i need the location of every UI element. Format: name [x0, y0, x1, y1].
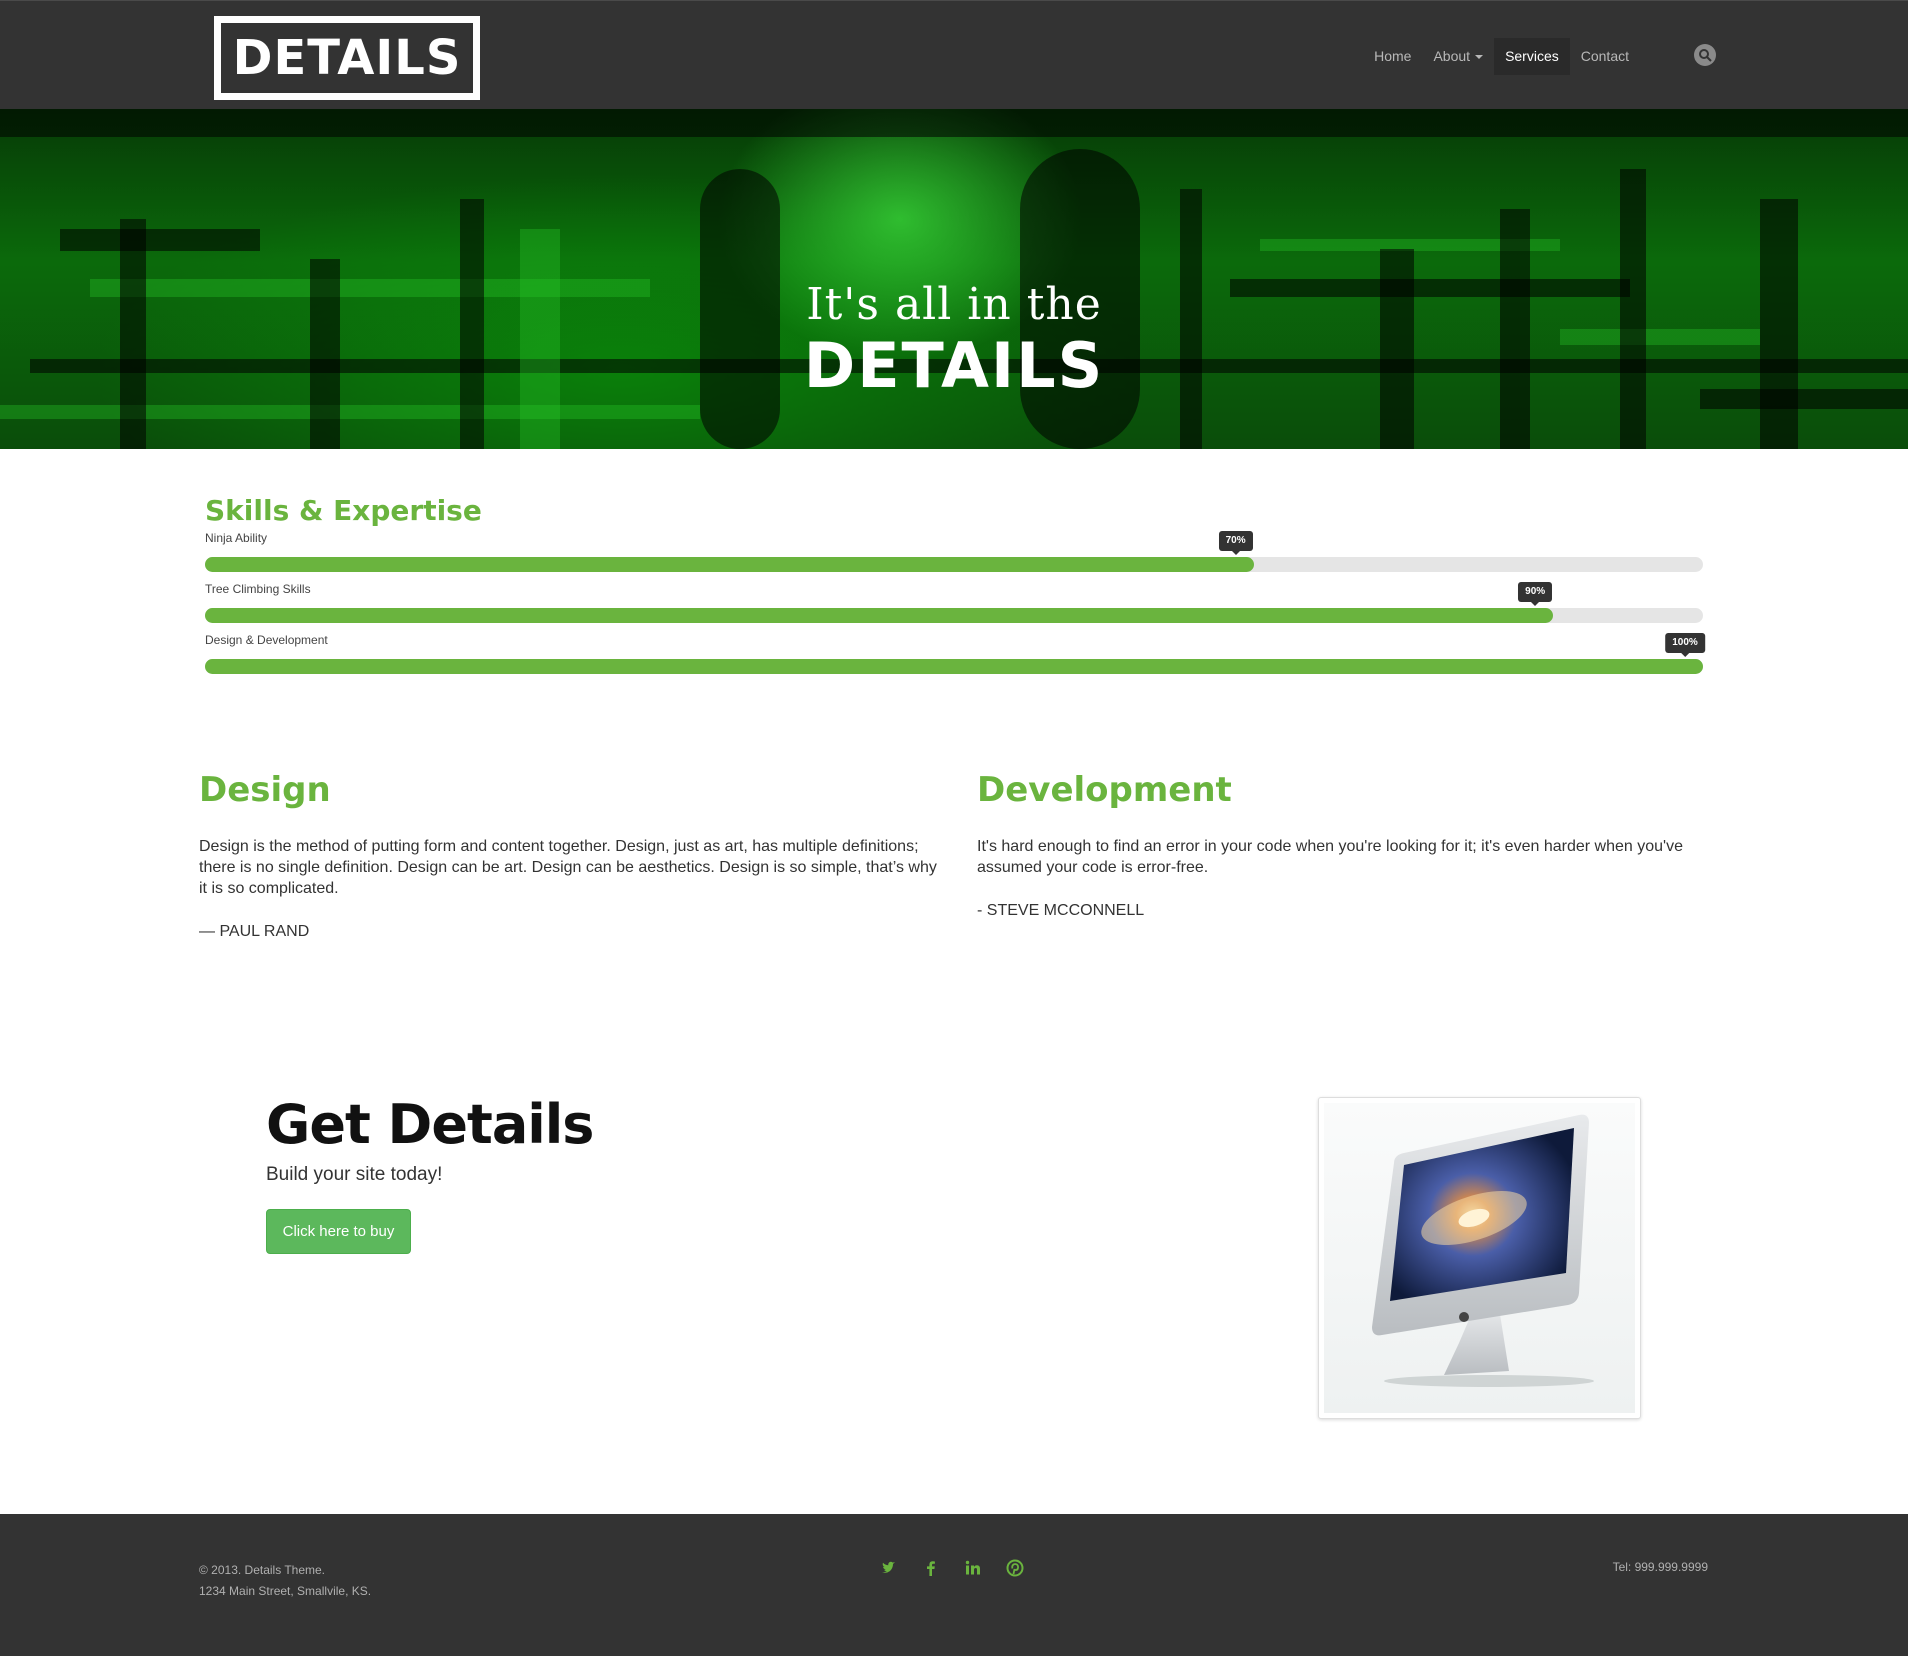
search-icon[interactable] — [1694, 44, 1716, 66]
address-text: 1234 Main Street, Smallvile, KS. — [199, 1584, 372, 1598]
nav-item-services[interactable]: Services — [1494, 38, 1570, 75]
logo-text: DETAILS — [232, 30, 462, 86]
skill-ninja-ability: Ninja Ability 70% — [205, 531, 1703, 572]
skill-design-development: Design & Development 100% — [205, 633, 1705, 674]
skills-title: Skills & Expertise — [205, 494, 482, 527]
progress-tooltip: 100% — [1665, 633, 1705, 657]
design-heading: Design — [199, 770, 331, 810]
twitter-icon[interactable] — [880, 1559, 898, 1577]
skill-label: Design & Development — [205, 633, 328, 647]
footer-info: © 2013. Details Theme. 1234 Main Street,… — [199, 1560, 371, 1602]
design-text: Design is the method of putting form and… — [199, 838, 937, 897]
pinterest-icon[interactable] — [1006, 1559, 1024, 1577]
phone-text: Tel: 999.999.9999 — [1612, 1560, 1708, 1574]
hero-heading-line1: It's all in the — [806, 279, 1102, 330]
main-nav: Home About Services Contact — [1363, 38, 1640, 75]
development-heading: Development — [977, 770, 1232, 810]
nav-item-about[interactable]: About — [1422, 38, 1494, 75]
skill-tree-climbing: Tree Climbing Skills 90% — [205, 582, 1703, 623]
cta-subtitle: Build your site today! — [266, 1164, 443, 1185]
design-cite: — PAUL RAND — [199, 923, 310, 940]
hero-banner: It's all in the DETAILS — [0, 109, 1908, 449]
progress-tooltip: 70% — [1218, 531, 1253, 555]
navbar: DETAILS Home About Services Contact — [0, 0, 1908, 109]
buy-button[interactable]: Click here to buy — [266, 1209, 411, 1254]
progress-fill — [205, 608, 1554, 623]
linkedin-icon[interactable] — [964, 1559, 982, 1577]
design-column: Design Design is the method of putting f… — [199, 770, 939, 941]
progress-track — [205, 659, 1703, 674]
facebook-icon[interactable] — [922, 1559, 940, 1577]
progress-fill — [205, 659, 1703, 674]
caret-down-icon — [1475, 55, 1484, 60]
nav-item-home[interactable]: Home — [1363, 38, 1422, 75]
nav-item-contact[interactable]: Contact — [1570, 38, 1640, 75]
copyright-text: © 2013. Details Theme. — [199, 1563, 326, 1577]
progress-track — [205, 608, 1703, 623]
nav-item-about-label: About — [1433, 48, 1471, 64]
skill-label: Tree Climbing Skills — [205, 582, 311, 596]
hero-heading-line2: DETAILS — [803, 329, 1105, 402]
progress-track — [205, 557, 1703, 572]
cta-title: Get Details — [266, 1093, 594, 1156]
social-links — [880, 1559, 1048, 1577]
footer: © 2013. Details Theme. 1234 Main Street,… — [0, 1514, 1908, 1656]
skill-label: Ninja Ability — [205, 531, 268, 545]
product-image-frame — [1318, 1097, 1641, 1419]
development-cite: - STEVE MCCONNELL — [977, 902, 1145, 919]
development-column: Development It's hard enough to find an … — [977, 770, 1717, 920]
progress-fill — [205, 557, 1254, 572]
progress-tooltip: 90% — [1518, 582, 1553, 606]
imac-image — [1324, 1103, 1635, 1413]
development-text: It's hard enough to find an error in you… — [977, 838, 1683, 876]
logo[interactable]: DETAILS — [214, 16, 480, 100]
